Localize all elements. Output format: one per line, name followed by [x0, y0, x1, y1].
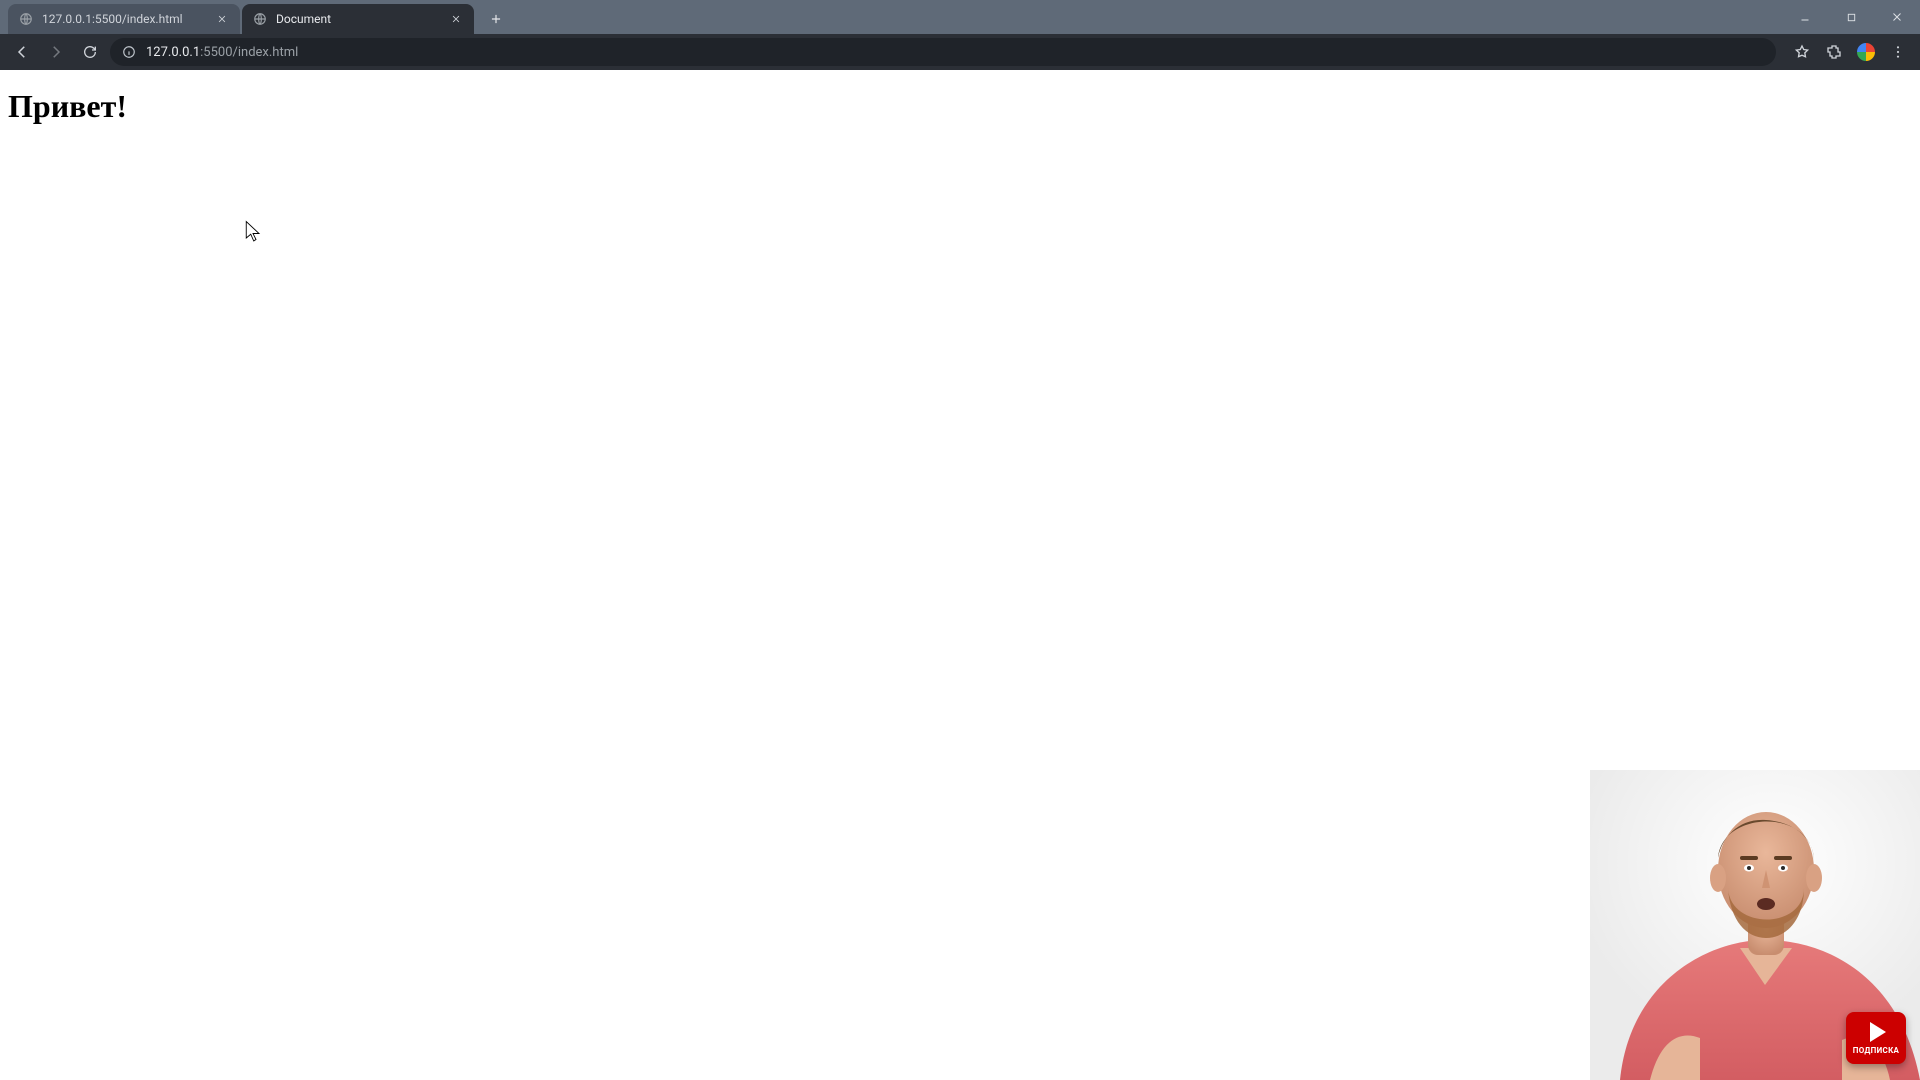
avatar-icon [1855, 41, 1877, 63]
close-icon[interactable] [214, 11, 230, 27]
forward-button[interactable] [42, 38, 70, 66]
page-viewport: Привет! [0, 70, 1920, 1080]
new-tab-button[interactable] [482, 5, 510, 33]
globe-icon [252, 11, 268, 27]
menu-kebab-icon[interactable] [1884, 38, 1912, 66]
close-icon[interactable] [448, 11, 464, 27]
tab-title: 127.0.0.1:5500/index.html [42, 12, 206, 26]
minimize-button[interactable] [1782, 0, 1828, 34]
site-info-icon[interactable] [120, 43, 138, 61]
tab-inactive-0[interactable]: 127.0.0.1:5500/index.html [8, 4, 240, 34]
close-window-button[interactable] [1874, 0, 1920, 34]
url-path: :5500/index.html [200, 45, 298, 60]
play-icon [1870, 1022, 1886, 1042]
toolbar: 127.0.0.1:5500/index.html [0, 34, 1920, 70]
url-text: 127.0.0.1:5500/index.html [146, 45, 1766, 60]
window-controls [1782, 0, 1920, 34]
subscribe-badge: ПОДПИСКА [1846, 1012, 1906, 1064]
subscribe-label: ПОДПИСКА [1853, 1046, 1899, 1055]
url-host: 127.0.0.1 [146, 45, 200, 60]
toolbar-right [1788, 38, 1912, 66]
reload-button[interactable] [76, 38, 104, 66]
address-bar[interactable]: 127.0.0.1:5500/index.html [110, 38, 1776, 66]
globe-icon [18, 11, 34, 27]
page-heading: Привет! [8, 88, 1920, 125]
tab-strip: 127.0.0.1:5500/index.html Document [0, 0, 1920, 34]
tab-active-1[interactable]: Document [242, 4, 474, 34]
maximize-button[interactable] [1828, 0, 1874, 34]
webcam-overlay: ПОДПИСКА [1590, 770, 1920, 1080]
cursor-icon [244, 220, 262, 244]
extensions-icon[interactable] [1820, 38, 1848, 66]
back-button[interactable] [8, 38, 36, 66]
tab-title: Document [276, 12, 440, 26]
bookmark-star-icon[interactable] [1788, 38, 1816, 66]
profile-avatar[interactable] [1852, 38, 1880, 66]
